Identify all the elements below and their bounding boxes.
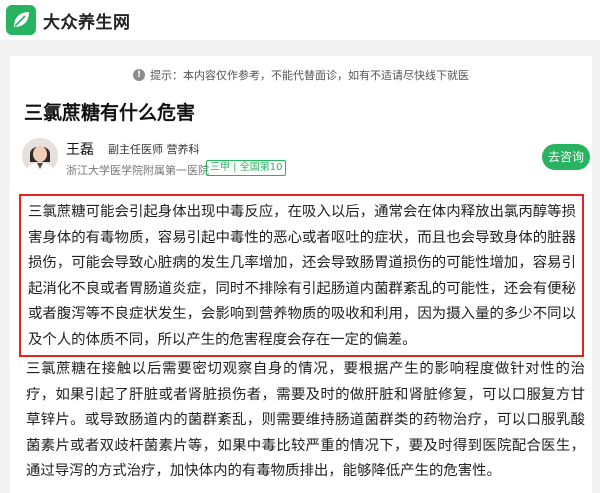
article-title: 三氯蔗糖有什么危害 — [24, 102, 196, 124]
answer-paragraph-1: 三氯蔗糖可能会引起身体出现中毒反应，在吸入以后，通常会在体内释放出氯丙醇等损害身… — [28, 204, 576, 348]
doctor-avatar[interactable] — [22, 138, 58, 174]
doctor-title: 副主任医师 营养科 — [108, 143, 200, 156]
disclaimer-tip: ! 提示：本内容仅作参考，不能代替面诊，如有不适请尽快线下就医 — [10, 60, 592, 90]
article-card: ! 提示：本内容仅作参考，不能代替面诊，如有不适请尽快线下就医 三氯蔗糖有什么危… — [10, 56, 592, 493]
site-name[interactable]: 大众养生网 — [43, 8, 131, 33]
doctor-hospital: 浙江大学医学院附属第一医院 — [66, 164, 209, 177]
doctor-portrait-icon — [22, 138, 58, 174]
site-logo[interactable] — [6, 5, 36, 35]
answer-paragraph-2: 三氯蔗糖在接触以后需要密切观察自身的情况，要根据产生的影响程度做针对性的治疗，如… — [26, 361, 585, 479]
highlighted-answer: 三氯蔗糖可能会引起身体出现中毒反应，在吸入以后，通常会在体内释放出氯丙醇等损害身… — [19, 194, 584, 357]
doctor-info: 王磊 副主任医师 营养科 浙江大学医学院附属第一医院 三甲 | 全国第10 去咨… — [22, 138, 590, 180]
leaf-icon — [14, 12, 29, 27]
info-icon: ! — [133, 69, 145, 81]
disclaimer-text: 提示：本内容仅作参考，不能代替面诊，如有不适请尽快线下就医 — [150, 69, 469, 82]
consult-button[interactable]: 去咨询 — [542, 144, 590, 170]
hospital-rank-badge: 三甲 | 全国第10 — [206, 160, 287, 176]
top-bar: 大众养生网 — [0, 0, 600, 40]
doctor-name[interactable]: 王磊 — [66, 139, 94, 159]
